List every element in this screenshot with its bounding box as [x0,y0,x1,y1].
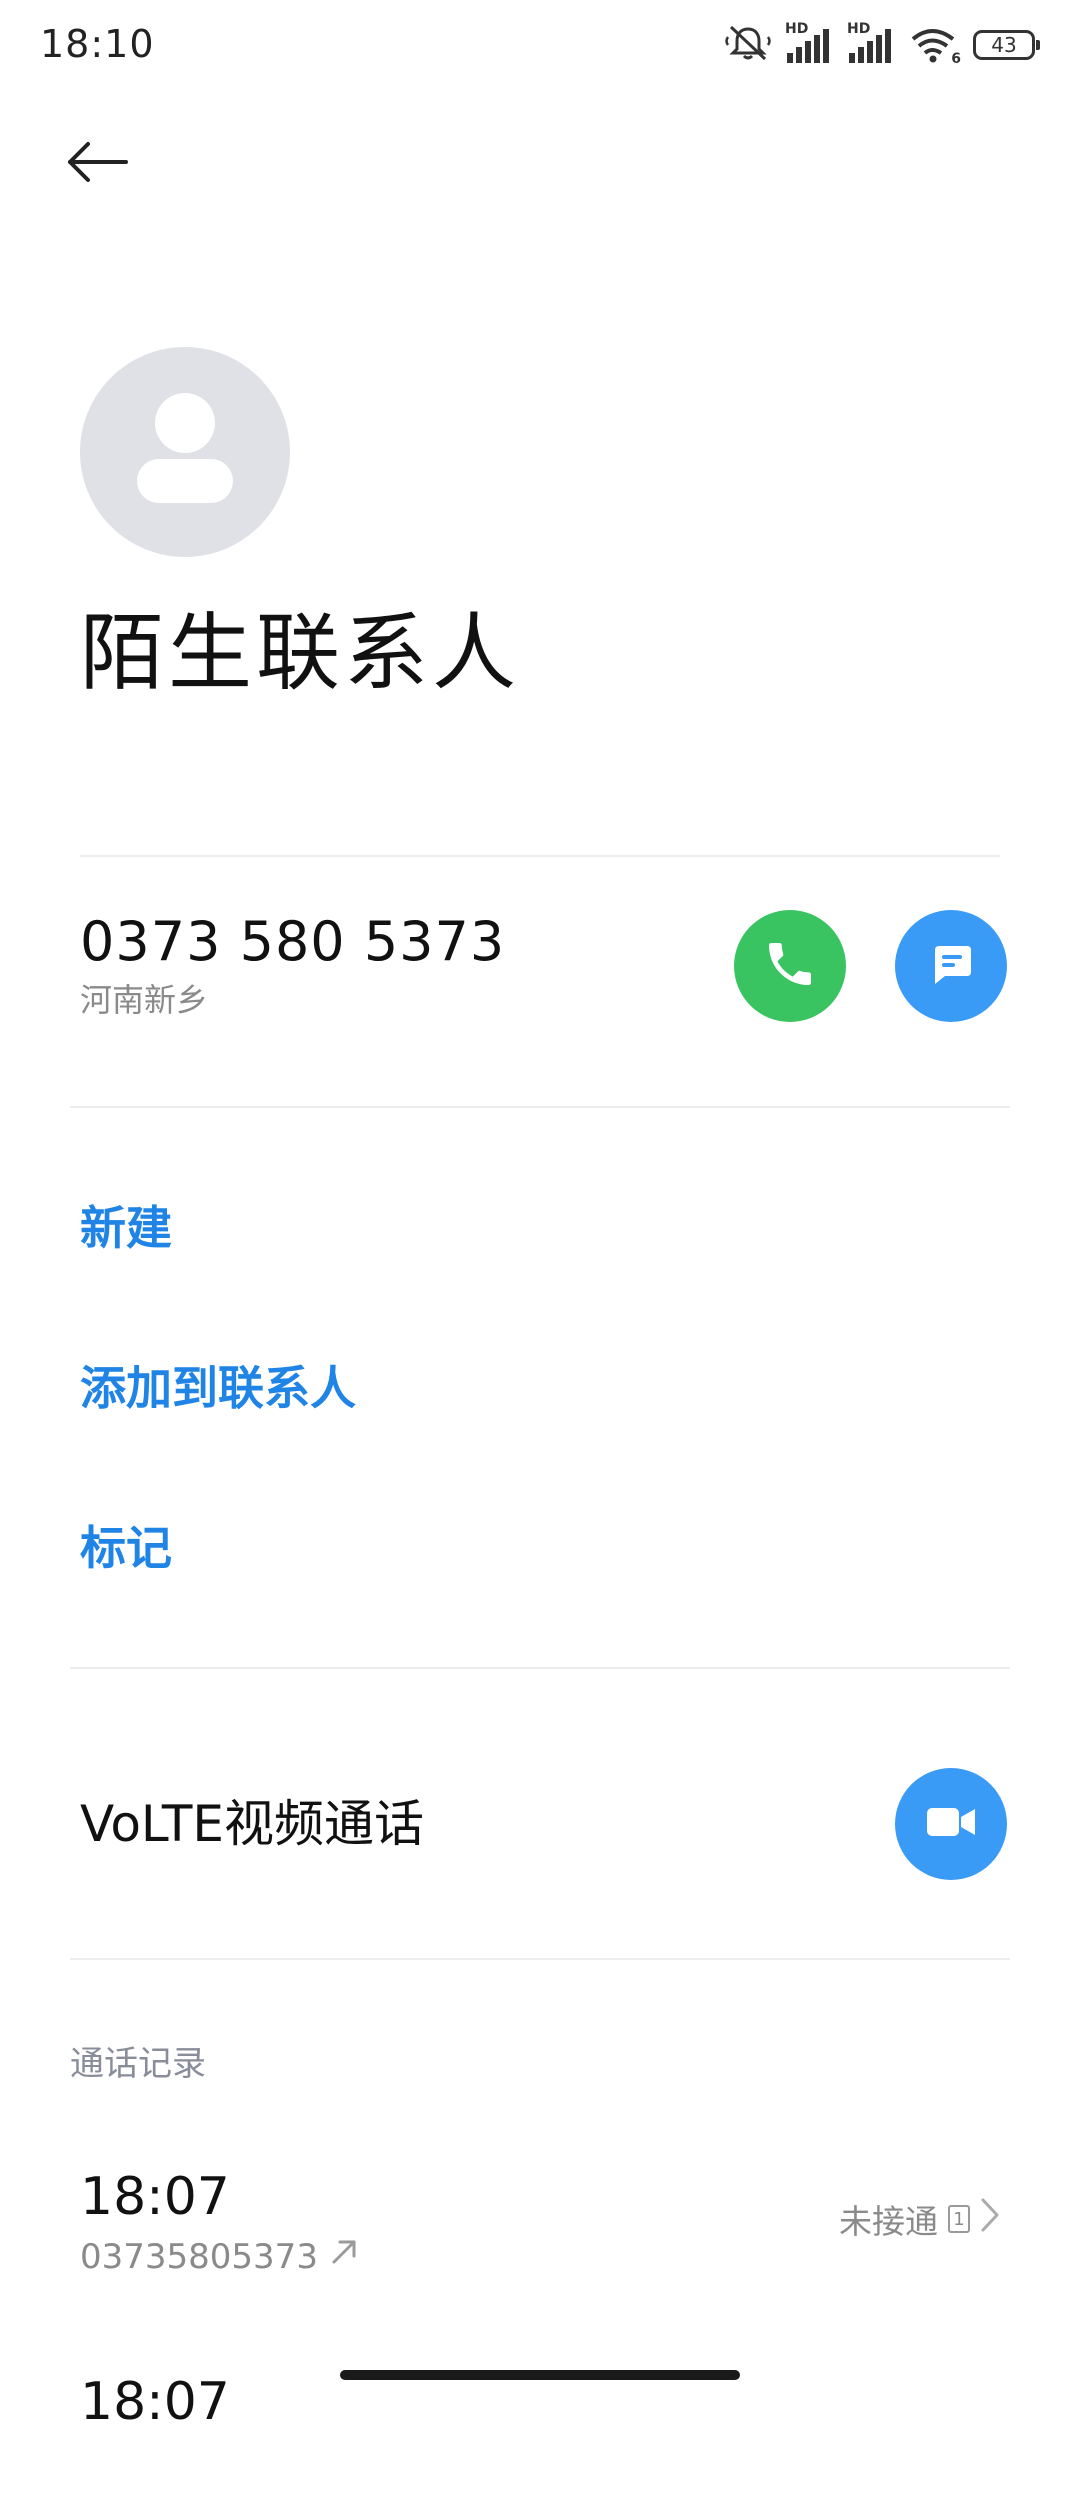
status-bar: 18:10 HD HD 6 43 [0,0,1080,90]
divider [70,1667,1010,1669]
status-icons: HD HD 6 43 [725,21,1040,68]
status-time: 18:10 [40,22,155,66]
outgoing-arrow-icon [328,2235,360,2279]
add-to-contacts-link[interactable]: 添加到联系人 [80,1358,356,1418]
call-log-number: 03735805373 [80,2235,360,2279]
call-log-time: 18:07 [80,2167,230,2227]
call-log-status: 未接通 1 [839,2195,1000,2243]
volte-video-call-label: VoLTE视频通话 [80,1795,425,1853]
call-button[interactable] [734,910,846,1022]
mark-link[interactable]: 标记 [80,1518,172,1578]
back-arrow-icon [66,140,130,188]
call-log-time: 18:07 [80,2372,230,2432]
back-button[interactable] [56,122,140,206]
video-camera-icon [923,1802,979,1846]
home-indicator[interactable] [340,2370,740,2380]
contact-name: 陌生联系人 [80,604,521,702]
battery-icon: 43 [973,30,1040,60]
call-log-row[interactable]: 18:07 [0,2370,1080,2510]
divider [70,1958,1010,1960]
phone-location: 河南新乡 [80,981,209,1019]
wifi-6-label: 6 [951,51,961,67]
video-call-button[interactable] [895,1768,1007,1880]
wifi-icon: 6 [909,25,961,67]
divider [80,855,1000,857]
call-count-badge: 1 [948,2205,970,2233]
signal-1-icon: HD [785,21,833,65]
phone-number[interactable]: 0373 580 5373 [80,910,505,974]
message-button[interactable] [895,910,1007,1022]
avatar [80,347,290,557]
call-log-header: 通话记录 [70,2044,206,2084]
person-icon [80,393,290,557]
signal-2-icon: HD [847,21,895,65]
divider [70,1106,1010,1108]
call-log-number-text: 03735805373 [80,2237,318,2277]
battery-level: 43 [991,33,1017,57]
new-contact-link[interactable]: 新建 [80,1198,172,1258]
phone-icon [762,936,818,996]
call-status-text: 未接通 [839,2202,938,2241]
chevron-right-icon [980,2197,1000,2241]
call-log-row[interactable]: 18:07 03735805373 未接通 1 [0,2165,1080,2305]
message-icon [925,938,977,994]
muted-bell-icon [725,23,771,67]
